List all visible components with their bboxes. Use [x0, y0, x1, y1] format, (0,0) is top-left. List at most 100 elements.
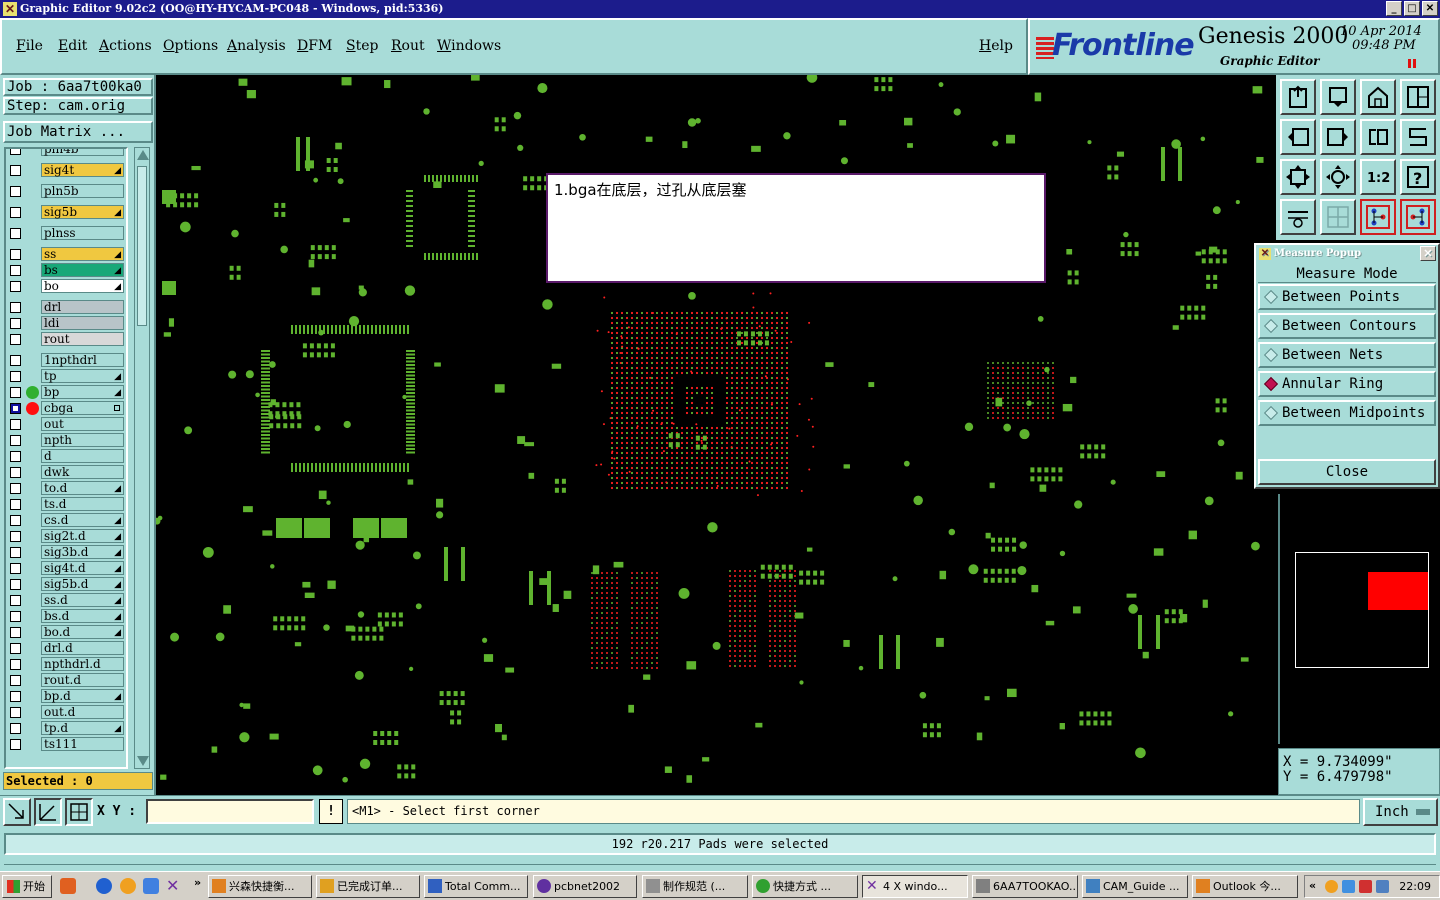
layer-name[interactable]: sig3b.d ◢ — [41, 545, 124, 559]
net-highlight-button[interactable] — [1360, 199, 1396, 235]
start-button[interactable]: 开始 — [2, 875, 52, 898]
layer-row-sig5b[interactable]: sig5b ◢ — [6, 204, 126, 220]
layer-checkbox[interactable] — [10, 355, 21, 366]
layer-name[interactable]: cs.d ◢ — [41, 513, 124, 527]
job-matrix-button[interactable]: Job Matrix ... — [3, 121, 153, 143]
layer-name[interactable]: bp.d ◢ — [41, 689, 124, 703]
layer-row-tp[interactable]: tp ◢ — [6, 368, 126, 384]
layer-row-cbga[interactable]: cbga — [6, 400, 126, 416]
layer-row-ts111[interactable]: ts111 — [6, 736, 126, 752]
layer-row-bo[interactable]: bo ◢ — [6, 278, 126, 294]
popup-close-icon[interactable]: ✕ — [1420, 246, 1436, 261]
scroll-up-icon[interactable] — [137, 150, 149, 160]
layer-row-bp[interactable]: bp ◢ — [6, 384, 126, 400]
layer-checkbox[interactable] — [10, 611, 21, 622]
layer-name[interactable]: bo ◢ — [41, 279, 124, 293]
taskbar-item[interactable]: Total Comm... — [424, 875, 528, 898]
layer-name[interactable]: cbga — [41, 401, 124, 415]
layer-name[interactable]: pln5b — [41, 184, 124, 198]
layer-row-npthdrl-d[interactable]: npthdrl.d — [6, 656, 126, 672]
layer-row-ldi[interactable]: ldi — [6, 315, 126, 331]
help-query-button[interactable]: ? — [1400, 159, 1436, 195]
layer-row-rout-d[interactable]: rout.d — [6, 672, 126, 688]
menu-analysis[interactable]: Analysis — [227, 38, 286, 54]
layer-checkbox[interactable] — [10, 563, 21, 574]
layer-checkbox[interactable] — [10, 675, 21, 686]
menu-windows[interactable]: Windows — [437, 38, 501, 54]
option-annular-ring[interactable]: Annular Ring — [1258, 371, 1436, 397]
layer-checkbox[interactable] — [10, 595, 21, 606]
layer-name[interactable]: sig5b.d ◢ — [41, 577, 124, 591]
pan-down-button[interactable] — [1320, 79, 1356, 115]
layer-row-drl-d[interactable]: drl.d — [6, 640, 126, 656]
internet-explorer-icon[interactable] — [96, 878, 112, 894]
layer-name[interactable]: d — [41, 449, 124, 463]
layer-row-out[interactable]: out — [6, 416, 126, 432]
layer-name[interactable]: rout.d — [41, 673, 124, 687]
layer-checkbox[interactable] — [10, 207, 21, 218]
route-button[interactable] — [1400, 119, 1436, 155]
layer-name[interactable]: sig5b ◢ — [41, 205, 124, 219]
tray-monitor-icon[interactable] — [1376, 880, 1389, 893]
menu-rout[interactable]: Rout — [391, 38, 425, 54]
shell-command-button[interactable]: ! — [319, 799, 343, 824]
layer-row-sig5b-d[interactable]: sig5b.d ◢ — [6, 576, 126, 592]
layer-checkbox[interactable] — [10, 499, 21, 510]
house-button[interactable] — [1360, 79, 1396, 115]
layer-name[interactable]: sig4t ◢ — [41, 163, 124, 177]
layer-name[interactable]: out — [41, 417, 124, 431]
quicklaunch-app-icon[interactable] — [60, 878, 76, 894]
unit-selector[interactable]: Inch — [1363, 798, 1438, 826]
layer-row-cs-d[interactable]: cs.d ◢ — [6, 512, 126, 528]
snap-button[interactable] — [1360, 119, 1396, 155]
tray-expand[interactable]: « — [1309, 879, 1316, 892]
layer-row-sig3b-d[interactable]: sig3b.d ◢ — [6, 544, 126, 560]
option-between-midpoints[interactable]: Between Midpoints — [1258, 400, 1436, 426]
layer-checkbox[interactable] — [10, 265, 21, 276]
pan-right-button[interactable] — [1320, 119, 1356, 155]
layer-name[interactable]: npth — [41, 433, 124, 447]
layer-list-scrollbar[interactable] — [134, 147, 150, 769]
pan-left-button[interactable] — [1280, 119, 1316, 155]
layer-row-to-d[interactable]: to.d ◢ — [6, 480, 126, 496]
layer-name[interactable]: drl — [41, 300, 124, 314]
taskbar-item[interactable]: Outlook 今... — [1192, 875, 1298, 898]
menu-file[interactable]: File — [16, 38, 43, 54]
layer-name[interactable]: to.d ◢ — [41, 481, 124, 495]
layer-name[interactable]: ldi — [41, 316, 124, 330]
browser-icon[interactable] — [143, 878, 159, 894]
layer-checkbox[interactable] — [10, 627, 21, 638]
layer-name[interactable]: ts.d — [41, 497, 124, 511]
layer-checkbox[interactable] — [10, 387, 21, 398]
layer-row-d[interactable]: d — [6, 448, 126, 464]
menu-dfm[interactable]: DFM — [297, 38, 332, 54]
layer-checkbox[interactable] — [10, 149, 21, 155]
measure-tool-button[interactable] — [34, 798, 62, 826]
layer-row-sig4t[interactable]: sig4t ◢ — [6, 162, 126, 178]
snap-mode-button[interactable] — [3, 798, 31, 826]
taskbar-item-active[interactable]: ✕ 4 X windo... — [862, 875, 968, 898]
layer-name[interactable]: bs ◢ — [41, 263, 124, 277]
x-app-icon[interactable]: ✕ — [166, 878, 182, 894]
layer-row-bs[interactable]: bs ◢ — [6, 262, 126, 278]
overview-map[interactable] — [1278, 494, 1440, 744]
layer-row-pln5b[interactable]: pln5b — [6, 183, 126, 199]
layer-name[interactable]: sig2t.d ◢ — [41, 529, 124, 543]
layer-name[interactable]: tp.d ◢ — [41, 721, 124, 735]
layer-checkbox[interactable] — [10, 483, 21, 494]
layer-name[interactable]: bs.d ◢ — [41, 609, 124, 623]
clock-app-icon[interactable] — [120, 878, 136, 894]
layer-checkbox[interactable] — [10, 435, 21, 446]
current-view-rectangle[interactable] — [1368, 572, 1428, 610]
taskbar-item[interactable]: 制作规范 (... — [642, 875, 748, 898]
layer-row-bp-d[interactable]: bp.d ◢ — [6, 688, 126, 704]
layer-row-ss[interactable]: ss ◢ — [6, 246, 126, 262]
taskbar-item[interactable]: 兴森快捷衡... — [208, 875, 312, 898]
layer-name[interactable]: bp ◢ — [41, 385, 124, 399]
scroll-thumb[interactable] — [137, 166, 147, 326]
layer-checkbox[interactable] — [10, 707, 21, 718]
tray-clock-icon[interactable] — [1325, 880, 1338, 893]
scroll-down-icon[interactable] — [137, 756, 149, 766]
layer-name[interactable]: ts111 — [41, 737, 124, 751]
layer-name[interactable]: dwk — [41, 465, 124, 479]
